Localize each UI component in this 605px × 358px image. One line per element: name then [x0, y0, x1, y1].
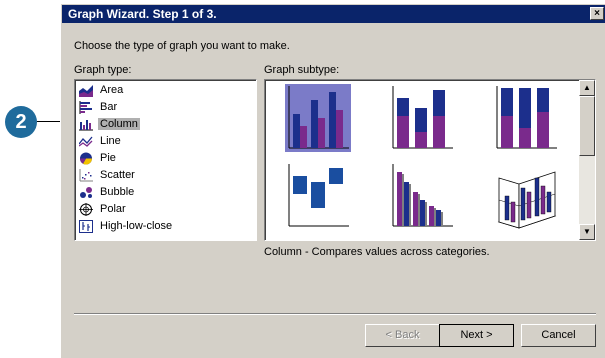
column-chart-icon: [79, 120, 93, 131]
graph-type-label: Graph type:: [74, 64, 132, 76]
subtype-description: Column - Compares values across categori…: [264, 246, 490, 258]
subtype-3d-column[interactable]: [493, 162, 559, 230]
polar-chart-icon: [79, 203, 93, 216]
line-chart-icon: [79, 136, 93, 147]
list-item-label: Bar: [100, 101, 118, 113]
clustered-column-thumbnail: [288, 86, 349, 149]
window-title: Graph Wizard. Step 1 of 3.: [68, 7, 217, 21]
instruction-text: Choose the type of graph you want to mak…: [74, 40, 290, 52]
list-item-label: Bubble: [100, 186, 135, 198]
step-callout-badge: 2: [5, 106, 37, 138]
list-item-pie[interactable]: Pie: [78, 151, 248, 167]
list-item-scatter[interactable]: Scatter: [78, 168, 248, 184]
subtype-scrollbar[interactable]: ▲ ▼: [579, 80, 595, 240]
graph-subtype-panel[interactable]: ▲ ▼: [264, 79, 596, 241]
list-item-bubble[interactable]: Bubble: [78, 185, 248, 201]
bubble-chart-icon: [80, 187, 92, 198]
area-chart-icon: [79, 85, 93, 97]
list-item-label: Scatter: [100, 169, 135, 181]
list-item-label: High-low-close: [100, 220, 173, 232]
bar-chart-icon: [79, 101, 92, 114]
subtype-floating-column[interactable]: [285, 162, 351, 230]
scroll-thumb[interactable]: [579, 96, 595, 156]
percent-stacked-column-thumbnail: [496, 86, 557, 149]
list-item-high-low-close[interactable]: High-low-close: [78, 219, 248, 235]
subtype-clustered-column[interactable]: [285, 84, 351, 152]
subtype-bar-with-shadow[interactable]: [389, 162, 455, 230]
floating-column-thumbnail: [288, 164, 349, 227]
list-item-column[interactable]: Column: [78, 117, 248, 133]
close-button[interactable]: ×: [590, 7, 604, 20]
list-item-label: Area: [100, 84, 124, 96]
button-separator: [74, 313, 596, 315]
cancel-button[interactable]: Cancel: [521, 324, 596, 347]
list-item-bar[interactable]: Bar: [78, 100, 248, 116]
list-item-label: Column: [98, 118, 140, 130]
pie-chart-icon: [80, 152, 92, 165]
graph-subtype-label: Graph subtype:: [264, 64, 340, 76]
scroll-up-button[interactable]: ▲: [579, 80, 595, 96]
stacked-column-thumbnail: [392, 86, 453, 149]
list-item-area[interactable]: Area: [78, 83, 248, 99]
scroll-down-button[interactable]: ▼: [579, 224, 595, 240]
bar-with-shadow-thumbnail: [392, 164, 453, 227]
graph-wizard-dialog: Graph Wizard. Step 1 of 3. × Choose the …: [60, 3, 605, 358]
list-item-line[interactable]: Line: [78, 134, 248, 150]
3d-column-thumbnail: [497, 171, 557, 229]
title-bar[interactable]: Graph Wizard. Step 1 of 3. ×: [62, 5, 605, 23]
subtype-percent-stacked-column[interactable]: [493, 84, 559, 152]
high-low-close-chart-icon: [79, 220, 93, 233]
subtype-stacked-column[interactable]: [389, 84, 455, 152]
back-button[interactable]: < Back: [365, 324, 440, 347]
list-item-label: Pie: [100, 152, 116, 164]
scatter-chart-icon: [79, 169, 93, 182]
list-item-polar[interactable]: Polar: [78, 202, 248, 218]
graph-type-list[interactable]: Area Bar Column Line Pie Scatter Bubble …: [74, 79, 257, 241]
list-item-label: Polar: [100, 203, 126, 215]
next-button[interactable]: Next >: [439, 324, 514, 347]
list-item-label: Line: [100, 135, 121, 147]
